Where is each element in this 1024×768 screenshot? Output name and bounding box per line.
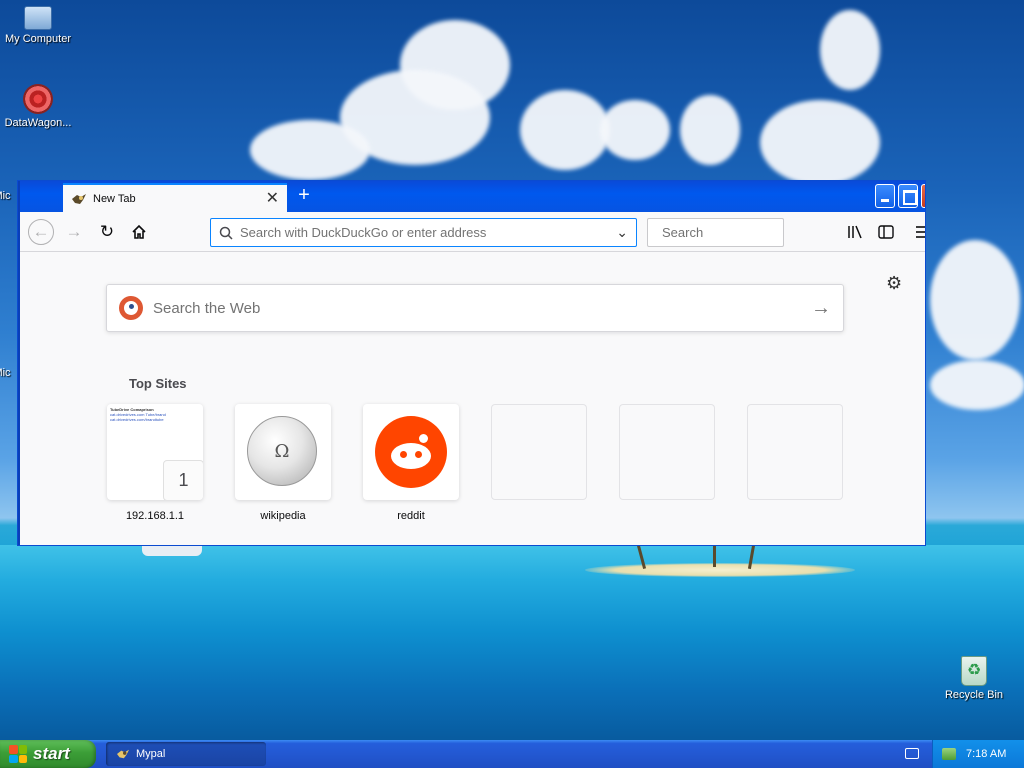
recycle-bin-icon: ♻	[961, 656, 987, 686]
arrow-right-icon[interactable]: →	[811, 297, 831, 320]
top-site-label: wikipedia	[260, 510, 306, 522]
home-button[interactable]	[126, 219, 152, 245]
cloud	[600, 100, 670, 160]
minimize-button[interactable]	[875, 184, 895, 208]
library-icon	[848, 225, 862, 239]
desktop-icon-my-computer[interactable]: My Computer	[0, 2, 78, 45]
computer-icon	[24, 6, 52, 30]
search-bar[interactable]	[647, 218, 838, 247]
top-site-tile[interactable]: TubeDrive Comaprison cat.drivedrives.com…	[107, 404, 203, 500]
reload-icon: ↻	[99, 222, 115, 241]
desktop-icon-label: DataWagon...	[4, 117, 72, 129]
desktop-icon-label: Mic	[0, 190, 11, 202]
top-sites-heading: Top Sites	[129, 376, 187, 391]
library-button[interactable]	[842, 219, 868, 245]
top-site-wikipedia[interactable]: Ω wikipedia	[235, 404, 331, 522]
search-input[interactable]	[662, 225, 838, 240]
cloud	[930, 240, 1020, 360]
desktop-icon-label: Mic	[0, 367, 11, 379]
empty-tile[interactable]	[619, 404, 715, 500]
maximize-button[interactable]	[898, 184, 918, 208]
top-site-tile[interactable]	[363, 404, 459, 500]
desktop-icon-recycle-bin[interactable]: ♻ Recycle Bin	[934, 656, 1014, 701]
forward-arrow-icon: →	[65, 222, 83, 241]
forward-button[interactable]: →	[61, 219, 87, 245]
close-tab-icon[interactable]: ✕	[266, 190, 279, 207]
menu-button[interactable]	[910, 219, 925, 245]
desktop-icon-label: My Computer	[4, 33, 72, 45]
cloud	[820, 10, 880, 90]
start-button[interactable]: start	[0, 740, 96, 768]
nav-toolbar: ← → ↻ ⌄	[20, 212, 925, 252]
top-site-reddit[interactable]: reddit	[363, 404, 459, 522]
top-site-empty[interactable]	[747, 404, 843, 500]
ocean	[0, 545, 1024, 740]
tab-strip: New Tab ✕ +	[20, 181, 925, 212]
close-window-button[interactable]	[921, 184, 925, 208]
cloud	[680, 95, 740, 165]
taskbar-item-label: Mypal	[136, 748, 166, 760]
gear-icon[interactable]: ⚙	[886, 273, 902, 294]
top-site-label: 192.168.1.1	[125, 510, 185, 522]
address-input[interactable]	[240, 225, 617, 240]
wikipedia-globe-icon: Ω	[247, 416, 317, 486]
boat	[142, 546, 202, 556]
site-letter-badge: 1	[163, 460, 203, 500]
chevron-down-icon[interactable]: ⌄	[616, 224, 628, 241]
mypal-favicon-icon	[72, 193, 86, 204]
cloud	[760, 100, 880, 185]
browser-window: New Tab ✕ + ← → ↻ ⌄	[18, 181, 925, 545]
mypal-app-icon	[117, 749, 129, 759]
desktop-icon-datawagon[interactable]: DataWagon...	[0, 84, 78, 129]
start-label: start	[33, 744, 70, 763]
top-site-192-168-1-1[interactable]: TubeDrive Comaprison cat.drivedrives.com…	[107, 404, 203, 522]
desktop-icon-label: Recycle Bin	[944, 689, 1004, 701]
address-bar[interactable]: ⌄	[210, 218, 637, 247]
back-button[interactable]: ←	[28, 219, 54, 245]
top-site-label: reddit	[397, 510, 425, 522]
keyboard-icon[interactable]	[905, 748, 919, 759]
clock[interactable]: 7:18 AM	[966, 748, 1006, 760]
web-search-box[interactable]: →	[106, 284, 844, 332]
taskbar-item-mypal[interactable]: Mypal	[106, 742, 266, 766]
windows-logo-icon	[9, 745, 27, 763]
home-icon	[132, 224, 146, 239]
cloud	[930, 360, 1024, 410]
tab-new-tab[interactable]: New Tab ✕	[63, 183, 287, 212]
back-arrow-icon: ←	[32, 222, 50, 241]
network-icon[interactable]	[942, 748, 956, 760]
reload-button[interactable]: ↻	[94, 219, 120, 245]
duckduckgo-logo-icon	[119, 296, 143, 320]
page-thumbnail: TubeDrive Comaprison cat.drivedrives.com…	[110, 407, 166, 422]
top-site-empty[interactable]	[491, 404, 587, 500]
top-site-tile[interactable]: Ω	[235, 404, 331, 500]
cloud	[520, 90, 610, 170]
reddit-logo-icon	[375, 416, 447, 488]
new-tab-button[interactable]: +	[294, 185, 314, 206]
top-site-empty[interactable]	[619, 404, 715, 500]
hamburger-menu-icon	[916, 226, 925, 238]
system-tray: 7:18 AM	[932, 740, 1024, 768]
taskbar: start Mypal 7:18 AM	[0, 740, 1024, 768]
datawagon-icon	[23, 84, 53, 114]
cloud	[250, 120, 370, 180]
search-icon	[219, 226, 233, 240]
web-search-input[interactable]	[153, 299, 811, 317]
sidebar-icon	[878, 225, 894, 239]
sandbar	[585, 563, 855, 577]
empty-tile[interactable]	[747, 404, 843, 500]
sidebar-toggle-button[interactable]	[873, 219, 899, 245]
tab-label: New Tab	[93, 192, 136, 205]
palm-tree	[713, 545, 716, 567]
empty-tile[interactable]	[491, 404, 587, 500]
new-tab-page: ⚙ → Top Sites TubeDrive Comaprison cat.d…	[20, 252, 925, 545]
